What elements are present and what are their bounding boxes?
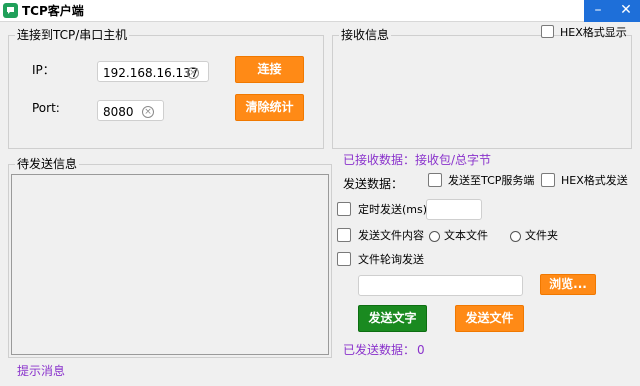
hex-send-label: HEX格式发送: [561, 174, 628, 187]
file-path-input[interactable]: [358, 275, 523, 296]
port-value: 8080: [103, 105, 134, 119]
send-message-textarea[interactable]: [11, 174, 329, 355]
timed-send-label: 定时发送(ms): [358, 203, 428, 216]
connect-button[interactable]: 连接: [235, 56, 304, 83]
sent-stats-label-text: 已发送数据：: [343, 343, 416, 357]
clear-stats-button[interactable]: 清除统计: [235, 94, 304, 121]
ip-label: IP：: [32, 63, 55, 77]
hex-display-label: HEX格式显示: [560, 26, 627, 39]
status-message: 提示消息: [17, 364, 66, 378]
timed-send-checkbox[interactable]: [337, 202, 351, 216]
send-to-tcp-server-label: 发送至TCP服务端: [448, 174, 535, 187]
app-logo-icon: [3, 3, 18, 18]
send-file-content-label: 发送文件内容: [358, 229, 424, 242]
folder-radio[interactable]: [510, 231, 521, 242]
ip-value: 192.168.16.137: [103, 66, 199, 80]
send-file-content-checkbox[interactable]: [337, 228, 351, 242]
timed-send-input[interactable]: [426, 199, 482, 220]
title-bar: TCP客户端 – ✕: [0, 0, 640, 22]
file-poll-send-checkbox[interactable]: [337, 252, 351, 266]
file-poll-send-label: 文件轮询发送: [358, 253, 424, 266]
hex-display-checkbox[interactable]: [541, 25, 554, 38]
minimize-button[interactable]: –: [584, 0, 612, 22]
port-label: Port:: [32, 101, 60, 115]
send-data-label: 发送数据：: [343, 177, 404, 191]
port-input[interactable]: 8080 ×: [97, 100, 164, 121]
window-title: TCP客户端: [22, 4, 84, 18]
send-text-button[interactable]: 发送文字: [358, 305, 427, 332]
clear-ip-icon[interactable]: ×: [187, 67, 199, 79]
hex-send-checkbox[interactable]: [541, 173, 555, 187]
send-file-button[interactable]: 发送文件: [455, 305, 524, 332]
receive-group-title: 接收信息: [339, 28, 392, 42]
folder-label: 文件夹: [525, 229, 558, 242]
browse-button[interactable]: 浏览...: [540, 274, 596, 295]
receive-group: 接收信息: [332, 28, 632, 149]
text-file-label: 文本文件: [444, 229, 488, 242]
received-stats-label: 已接收数据：接收包/总字节: [343, 153, 492, 167]
send-group-title: 待发送信息: [15, 157, 80, 171]
connect-group: 连接到TCP/串口主机: [8, 28, 324, 149]
close-button[interactable]: ✕: [612, 0, 640, 22]
clear-port-icon[interactable]: ×: [142, 106, 154, 118]
sent-stats-value: 0: [417, 343, 425, 357]
text-file-radio[interactable]: [429, 231, 440, 242]
connect-group-title: 连接到TCP/串口主机: [15, 28, 130, 42]
send-to-tcp-server-checkbox[interactable]: [428, 173, 442, 187]
sent-stats-label: 已发送数据： 0: [343, 343, 425, 357]
ip-input[interactable]: 192.168.16.137 ×: [97, 61, 209, 82]
